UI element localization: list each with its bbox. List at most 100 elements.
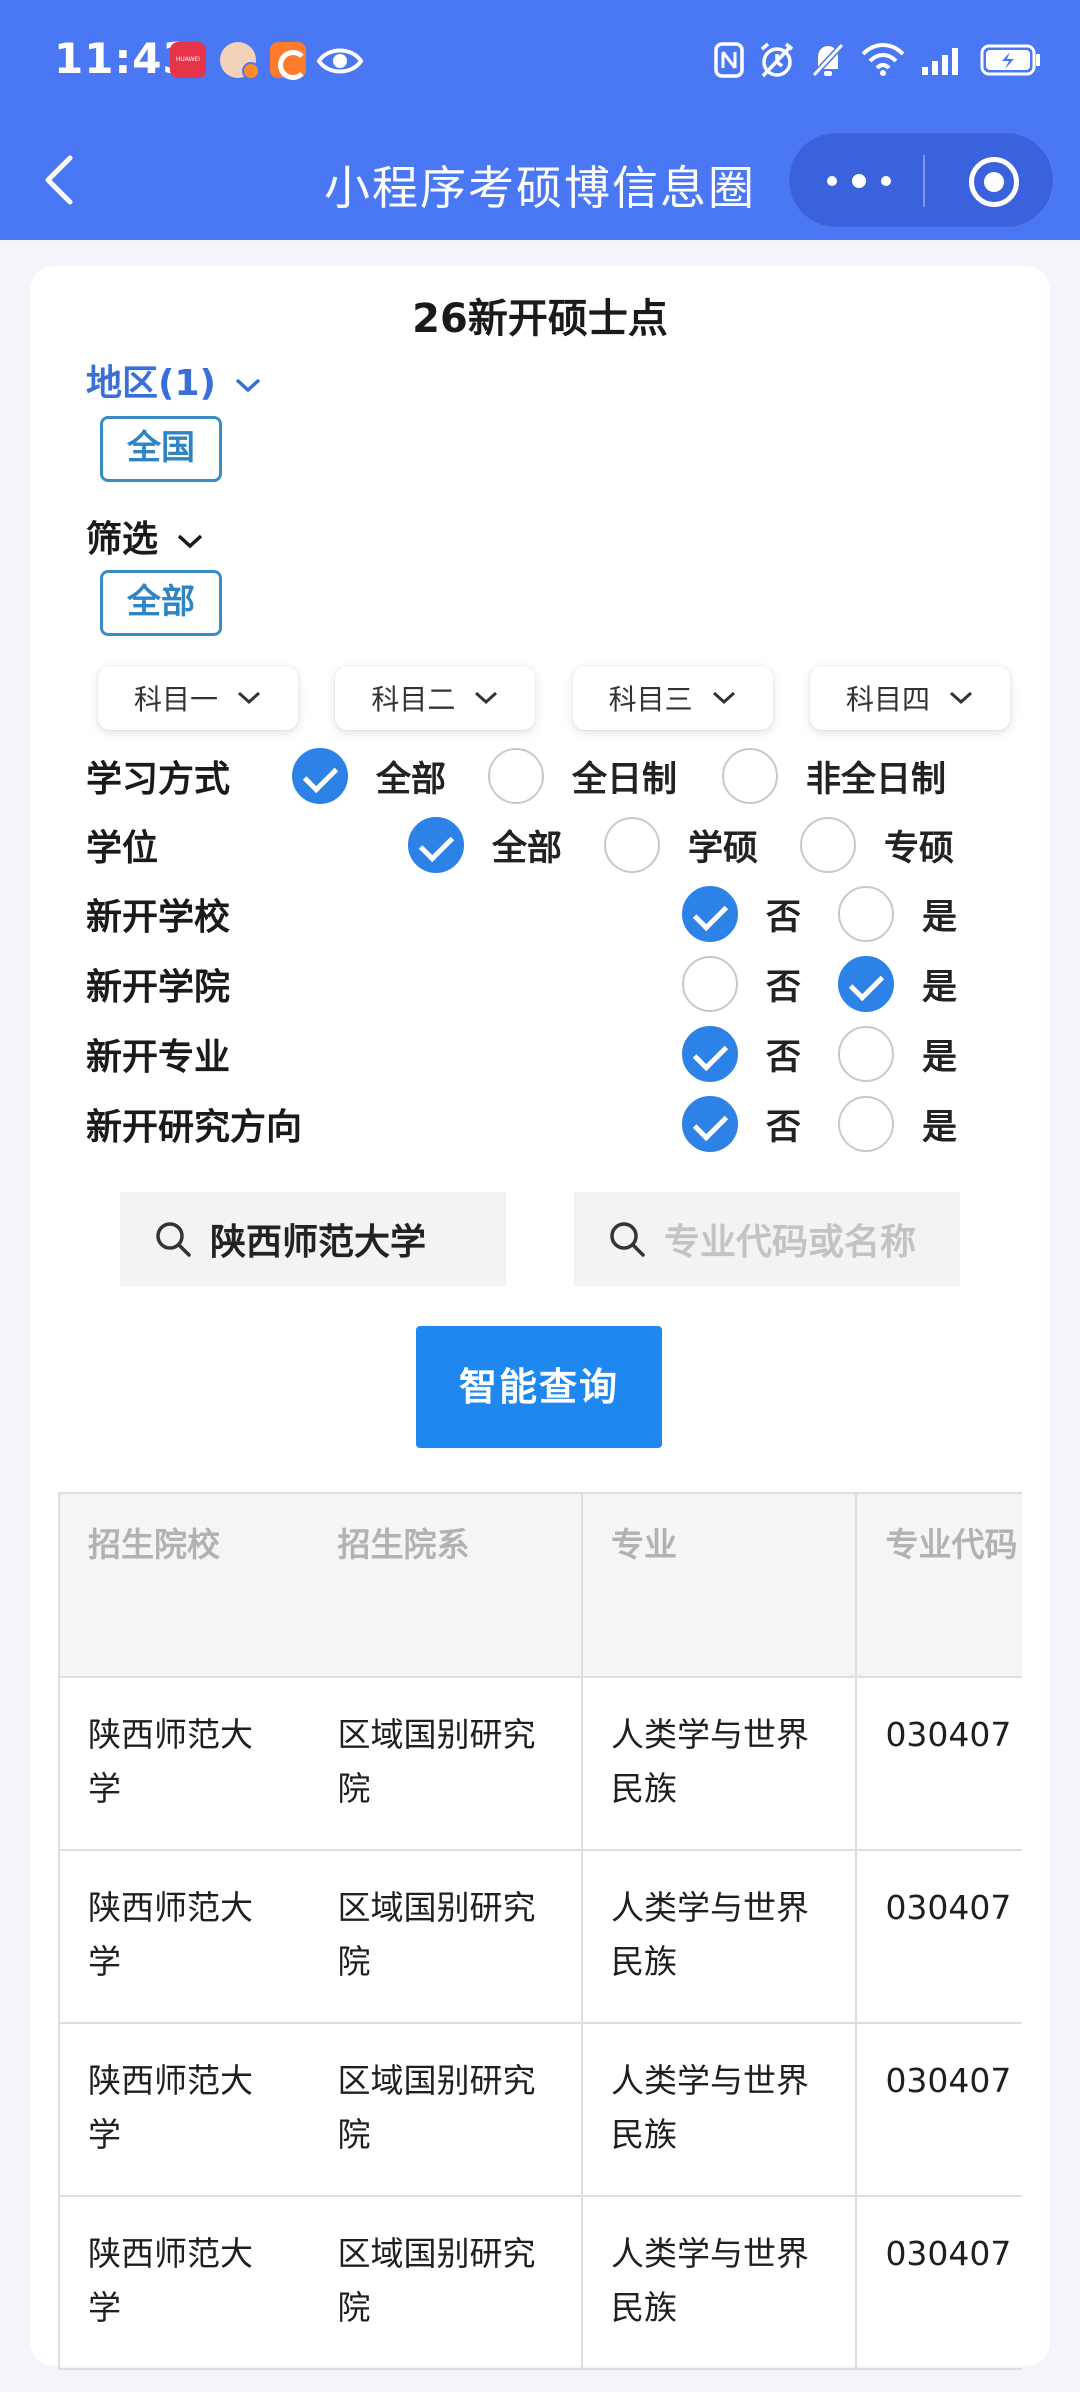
new-direction-no-label: 否: [766, 1108, 802, 1148]
capsule-divider: [923, 155, 925, 207]
table-row[interactable]: 陕西师范大学 区域国别研究院 人类学与世界民族 030407: [58, 2195, 1022, 2370]
new-college-no-label: 否: [766, 968, 802, 1008]
school-search-input[interactable]: 陕西师范大学: [120, 1192, 506, 1286]
top-bar: 11:43 HUAWEI 小程序考硕博信息圈: [0, 0, 1080, 240]
chevron-down-icon: [235, 378, 260, 393]
new-direction-yes-radio[interactable]: [838, 1096, 894, 1152]
study-mode-fulltime-radio[interactable]: [488, 748, 544, 804]
filter-card: 26新开硕士点 地区(1) 全国 筛选 全部 科目一 科目二 科目三 科目四 学…: [30, 266, 1050, 2370]
subject-dropdowns: 科目一 科目二 科目三 科目四: [98, 666, 1010, 732]
subject-4-dropdown[interactable]: 科目四: [809, 666, 1010, 730]
avatar-notification-icon: [220, 42, 260, 80]
study-mode-parttime-radio[interactable]: [722, 748, 778, 804]
cell-major-code: 030407: [855, 1849, 1022, 2024]
subject-label: 科目二: [371, 683, 456, 716]
chevron-down-icon: [949, 691, 972, 705]
smart-query-button[interactable]: 智能查询: [416, 1326, 662, 1448]
cell-major: 人类学与世界民族: [580, 2195, 858, 2370]
study-mode-parttime-label: 非全日制: [806, 760, 947, 800]
search-icon: [156, 1222, 191, 1257]
new-school-no-label: 否: [766, 898, 802, 938]
new-major-no-label: 否: [766, 1038, 802, 1078]
cell-school: 陕西师范大学: [58, 1849, 310, 2024]
study-mode-all-radio[interactable]: [292, 748, 348, 804]
more-icon[interactable]: [827, 169, 891, 193]
results-grid: 招生院校 招生院系 专业 专业代码 陕西师范大学 区域国别研究院 人类学与世界民…: [58, 1492, 1022, 2370]
degree-academic-label: 学硕: [688, 829, 759, 869]
status-bar: 11:43 HUAWEI: [0, 0, 1080, 122]
new-school-label: 新开学校: [86, 897, 231, 938]
chevron-down-icon: [177, 534, 202, 549]
table-row[interactable]: 陕西师范大学 区域国别研究院 人类学与世界民族 030407: [58, 2022, 1022, 2197]
miniprogram-capsule: [788, 132, 1054, 228]
new-major-yes-label: 是: [922, 1038, 958, 1078]
close-miniprogram-icon[interactable]: [969, 157, 1019, 207]
header-school: 招生院校: [58, 1492, 310, 1678]
cell-major-code: 030407: [855, 2022, 1022, 2197]
study-mode-fulltime-label: 全日制: [572, 760, 678, 800]
chevron-down-icon: [712, 691, 735, 705]
new-direction-yes-label: 是: [922, 1108, 958, 1148]
study-mode-label: 学习方式: [86, 759, 231, 800]
degree-academic-radio[interactable]: [604, 817, 660, 873]
cell-department: 区域国别研究院: [309, 1676, 583, 1851]
cell-major: 人类学与世界民族: [580, 1849, 858, 2024]
major-search-placeholder: 专业代码或名称: [664, 1222, 917, 1263]
table-row[interactable]: 陕西师范大学 区域国别研究院 人类学与世界民族 030407: [58, 1849, 1022, 2024]
subject-2-dropdown[interactable]: 科目二: [335, 666, 536, 730]
cell-department: 区域国别研究院: [309, 2022, 583, 2197]
wifi-icon: [861, 43, 905, 76]
degree-professional-radio[interactable]: [800, 817, 856, 873]
subject-1-dropdown[interactable]: 科目一: [98, 666, 298, 730]
cell-department: 区域国别研究院: [309, 1849, 583, 2024]
status-icons: [714, 38, 1042, 82]
new-major-yes-radio[interactable]: [838, 1026, 894, 1082]
degree-label: 学位: [86, 828, 159, 869]
results-table[interactable]: 招生院校 招生院系 专业 专业代码 陕西师范大学 区域国别研究院 人类学与世界民…: [58, 1492, 1022, 2392]
header-major: 专业: [580, 1492, 858, 1678]
app-notification-icon: [270, 42, 308, 80]
search-icon: [610, 1222, 645, 1257]
header-department: 招生院系: [309, 1492, 583, 1678]
subject-3-dropdown[interactable]: 科目三: [572, 666, 773, 730]
new-college-yes-radio[interactable]: [838, 956, 894, 1012]
chevron-down-icon: [237, 691, 261, 705]
subject-label: 科目三: [608, 683, 693, 716]
table-row[interactable]: 陕西师范大学 区域国别研究院 人类学与世界民族 030407: [58, 1676, 1022, 1851]
signal-icon: [922, 48, 958, 75]
new-college-yes-label: 是: [922, 968, 958, 1008]
region-dropdown[interactable]: 地区(1): [86, 354, 263, 406]
cell-school: 陕西师范大学: [58, 2195, 310, 2370]
cell-major: 人类学与世界民族: [580, 2022, 858, 2197]
school-search-value: 陕西师范大学: [210, 1222, 427, 1263]
cell-school: 陕西师范大学: [58, 2022, 310, 2197]
region-tag[interactable]: 全国: [100, 416, 222, 482]
region-label: 地区(1): [86, 363, 216, 404]
cell-major: 人类学与世界民族: [580, 1676, 858, 1851]
new-major-label: 新开专业: [86, 1037, 231, 1078]
alarm-off-icon: [760, 42, 794, 78]
degree-all-radio[interactable]: [408, 817, 464, 873]
degree-professional-label: 专硕: [884, 829, 955, 869]
nfc-icon: [714, 42, 744, 78]
filter-dropdown[interactable]: 筛选: [86, 510, 205, 562]
chevron-down-icon: [475, 691, 498, 705]
huawei-app-icon: HUAWEI: [170, 42, 206, 78]
filter-tag[interactable]: 全部: [100, 570, 222, 636]
mute-icon: [811, 42, 845, 78]
new-school-no-radio[interactable]: [682, 886, 738, 942]
cell-school: 陕西师范大学: [58, 1676, 310, 1851]
new-college-no-radio[interactable]: [682, 956, 738, 1012]
card-title: 26新开硕士点: [412, 296, 668, 342]
new-direction-label: 新开研究方向: [86, 1107, 303, 1148]
new-major-no-radio[interactable]: [682, 1026, 738, 1082]
subject-label: 科目四: [845, 683, 930, 716]
major-search-input[interactable]: 专业代码或名称: [574, 1192, 960, 1286]
new-school-yes-radio[interactable]: [838, 886, 894, 942]
degree-all-label: 全部: [492, 829, 563, 869]
new-direction-no-radio[interactable]: [682, 1096, 738, 1152]
new-college-label: 新开学院: [86, 967, 231, 1008]
subject-label: 科目一: [133, 683, 218, 716]
eye-icon: [316, 48, 364, 74]
table-header-row: 招生院校 招生院系 专业 专业代码: [58, 1492, 1022, 1678]
